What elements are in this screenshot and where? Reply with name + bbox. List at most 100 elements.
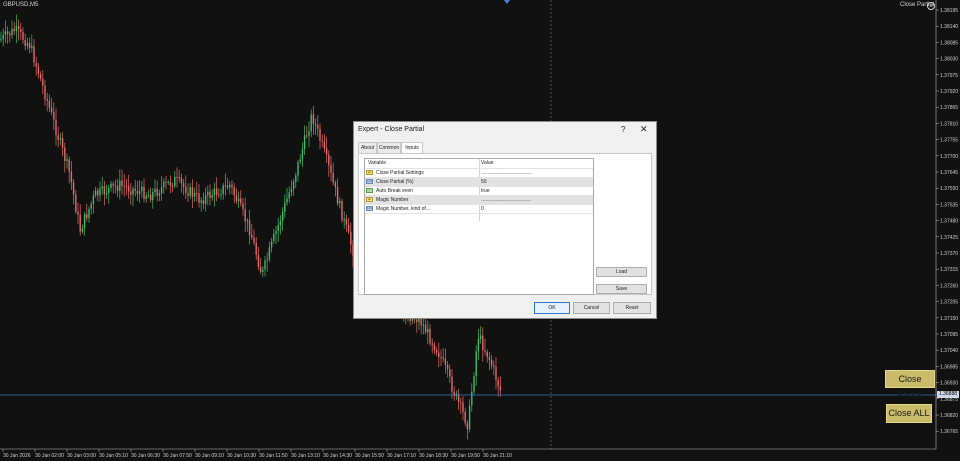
input-row[interactable]: 123 Magic Number, kind of… 0 [365, 204, 593, 214]
smiley-icon[interactable]: ☺ [927, 2, 935, 10]
candle-body [499, 386, 502, 391]
inputs-panel: Variable Value ab Close Partial Settings… [358, 153, 652, 295]
input-variable: Close Partial (%) [376, 179, 414, 185]
candle-body [343, 218, 345, 221]
candle-body [303, 135, 306, 149]
candle-body [101, 186, 103, 189]
candle-body [26, 42, 29, 47]
candle-body [123, 185, 125, 187]
input-row[interactable]: 123 Close Partial (%) 50 [365, 177, 593, 186]
candle-body [178, 177, 180, 179]
input-row[interactable]: ab Magic Number ———————————————————— [365, 195, 593, 204]
candle-body [460, 402, 462, 404]
input-value[interactable]: 0 [481, 205, 484, 213]
candle-body [350, 231, 352, 245]
input-row[interactable]: ✓ Auto Break even true [365, 186, 593, 195]
input-value[interactable]: true [481, 187, 490, 195]
time-tick-label: 30 Jan 03:00 [67, 453, 96, 459]
shift-marker-icon[interactable] [504, 0, 510, 4]
candle-body [495, 366, 497, 381]
load-button[interactable]: Load [596, 267, 647, 277]
candle-body [0, 39, 2, 41]
candle-body [108, 187, 110, 193]
candle-body [209, 191, 211, 198]
reset-button[interactable]: Reset [613, 302, 651, 314]
candle-body [103, 186, 106, 195]
time-tick-label: 30 Jan 09:10 [195, 453, 224, 459]
candle-body [341, 201, 343, 221]
candle-body [55, 119, 57, 136]
candle-body [198, 193, 200, 203]
candle-body [471, 391, 473, 406]
time-tick-label: 30 Jan 06:30 [131, 453, 160, 459]
candle-body [92, 195, 95, 204]
input-value[interactable]: 50 [481, 178, 487, 186]
candle-body [15, 26, 18, 32]
input-variable: Magic Number [376, 197, 409, 203]
candle-body [130, 191, 132, 195]
candle-body [268, 247, 271, 260]
ok-button[interactable]: OK [534, 302, 570, 314]
time-tick-label: 30 Jan 13:10 [291, 453, 320, 459]
candle-body [31, 45, 33, 48]
candle-body [70, 171, 73, 183]
candle-body [323, 141, 326, 149]
candle-body [462, 402, 464, 412]
candle-body [345, 218, 348, 225]
time-tick-label: 30 Jan 18:30 [419, 453, 448, 459]
candle-body [174, 176, 176, 187]
candle-body [479, 335, 482, 339]
price-tick-label: 1.38085 [940, 40, 958, 46]
input-variable: Magic Number, kind of… [376, 206, 431, 212]
inputs-grid: Variable Value ab Close Partial Settings… [364, 158, 594, 295]
save-button[interactable]: Save [596, 284, 647, 294]
close-icon[interactable]: ✕ [640, 124, 648, 135]
candle-body [332, 172, 334, 183]
candle-body [79, 214, 81, 232]
candle-body [180, 177, 183, 184]
candle-body [244, 209, 246, 222]
candle-body [4, 31, 7, 35]
time-tick-label: 30 Jan 05:10 [99, 453, 128, 459]
candle-body [169, 182, 172, 186]
candle-body [482, 335, 484, 351]
column-header-value[interactable]: Value [481, 159, 493, 168]
candle-body [449, 369, 451, 377]
candle-body [105, 192, 108, 195]
candle-body [321, 140, 323, 142]
candle-body [314, 124, 317, 126]
candle-body [37, 66, 40, 75]
candle-body [75, 194, 77, 212]
candle-body [259, 266, 262, 272]
candle-body [134, 188, 136, 191]
candle-body [116, 186, 119, 191]
tab-about[interactable]: About [358, 142, 377, 153]
candle-body [275, 230, 277, 235]
candle-body [154, 188, 156, 192]
candle-body [136, 190, 139, 194]
boolean-icon: ✓ [366, 188, 373, 193]
candle-body [240, 198, 242, 204]
candle-body [72, 182, 75, 195]
input-row[interactable]: ab Close Partial Settings ——————————————… [365, 168, 593, 177]
input-value: ———————————————————— [481, 198, 532, 202]
candle-body [310, 114, 312, 132]
candle-body [231, 184, 233, 188]
help-icon[interactable]: ? [621, 125, 625, 134]
candle-body [317, 125, 319, 129]
candle-body [171, 185, 174, 187]
candle-body [110, 183, 112, 188]
current-price-badge: 1.36888 [937, 391, 959, 398]
close-all-button[interactable]: Close ALL [886, 404, 932, 423]
tab-common[interactable]: Common [377, 142, 401, 153]
close-partial-button[interactable]: Close Partial [885, 370, 935, 400]
candle-body [235, 195, 238, 202]
column-header-variable[interactable]: Variable [368, 159, 386, 168]
price-tick-label: 1.38195 [940, 8, 958, 14]
candle-body [88, 208, 90, 219]
candle-body [224, 185, 227, 187]
price-tick-label: 1.36820 [940, 413, 958, 419]
candle-body [334, 182, 337, 188]
cancel-button[interactable]: Cancel [573, 302, 610, 314]
candle-body [28, 42, 31, 48]
